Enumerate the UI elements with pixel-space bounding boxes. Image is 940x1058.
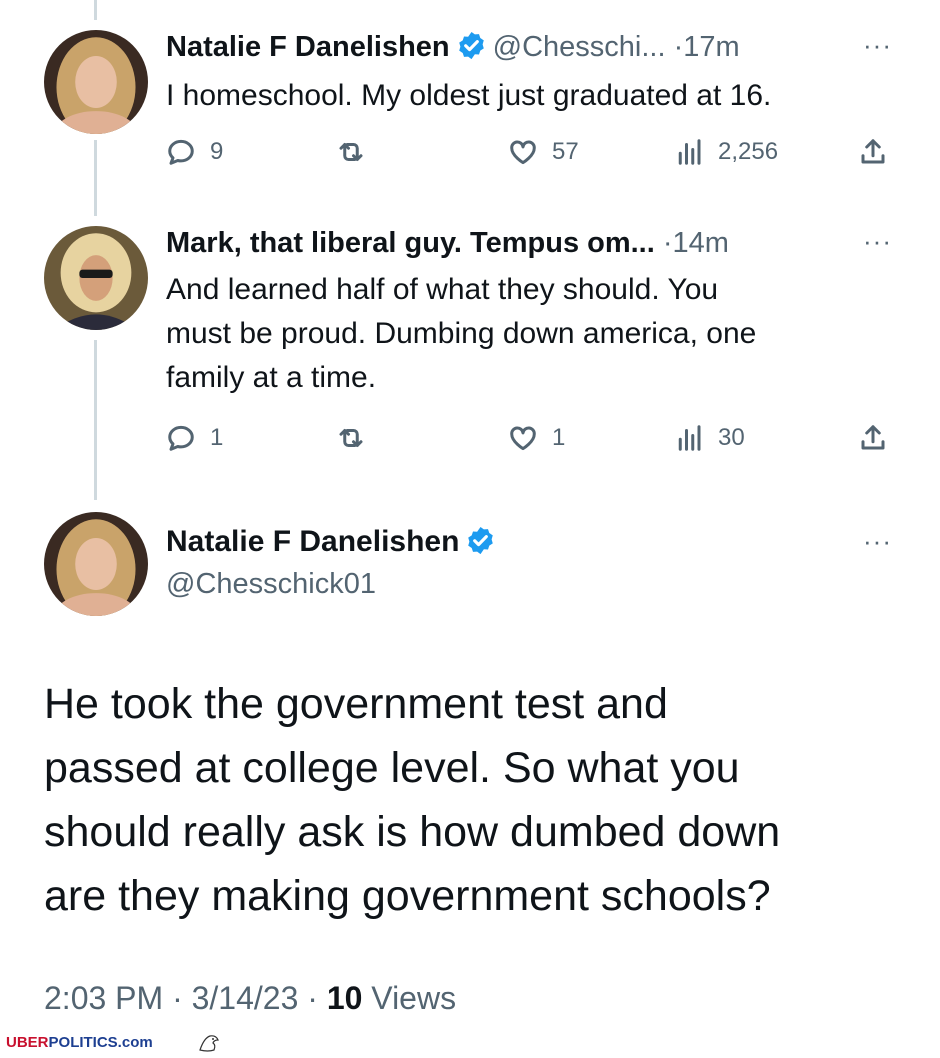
more-icon[interactable]: ··· [863,226,892,257]
like-icon [510,426,536,451]
main-author-row: Natalie F Danelishen [166,524,502,560]
tweet-2-actions: 1 1 30 [166,420,896,456]
views-count: 10 [326,980,363,1016]
like-icon [510,140,536,165]
thread-line-top [94,0,97,20]
tweet-timestamp[interactable]: 2:03 PM [44,980,163,1016]
author-handle[interactable]: @Chesschi... [493,31,666,63]
avatar-mark[interactable] [44,226,148,330]
verified-badge-icon [468,526,494,555]
author-handle[interactable]: @Chesschick01 [166,566,376,602]
share-icon [861,139,885,164]
tweet-time[interactable]: 17m [683,31,739,63]
views-button[interactable]: 30 [674,420,745,456]
eagle-logo-icon [199,1035,219,1052]
share-button[interactable] [858,420,888,456]
thread-line-1 [94,140,97,216]
views-count: 30 [718,424,745,451]
tweet-1-text: I homeschool. My oldest just graduated a… [166,79,772,112]
like-count: 57 [552,138,579,165]
watermark: UBERPOLITICS.com [6,1034,153,1051]
avatar-natalie-main[interactable] [44,512,148,616]
more-icon[interactable]: ··· [863,30,892,61]
author-name[interactable]: Natalie F Danelishen [166,525,459,558]
tweet-1-header: Natalie F Danelishen @Chesschi... ·17m [166,31,740,63]
tweet-meta: 2:03 PM · 3/14/23 · 10 Views [44,980,457,1016]
retweet-button[interactable] [336,420,366,456]
more-icon[interactable]: ··· [863,526,892,557]
views-icon [678,425,701,451]
main-tweet-text: He took the government test and passed a… [44,680,781,920]
reply-count: 1 [210,424,224,451]
thread-line-2 [94,340,97,500]
reply-count: 9 [210,138,224,165]
tweet-time[interactable]: 14m [673,227,729,259]
tweet-2-text: And learned half of what they should. Yo… [166,273,757,394]
retweet-icon [339,429,363,447]
avatar-natalie[interactable] [44,30,148,134]
retweet-icon [339,143,363,161]
reply-button[interactable]: 1 [166,420,223,456]
reply-icon [168,425,194,451]
reply-icon [168,139,194,165]
like-button[interactable]: 57 [508,134,579,170]
views-icon [678,139,701,165]
retweet-button[interactable] [336,134,366,170]
views-label: Views [371,980,457,1016]
tweet-date[interactable]: 3/14/23 [192,980,299,1016]
author-name[interactable]: Mark, that liberal guy. Tempus om... [166,227,655,259]
tweet-2-header: Mark, that liberal guy. Tempus om... ·14… [166,227,729,259]
views-count: 2,256 [718,138,779,165]
share-icon [861,425,885,450]
author-name[interactable]: Natalie F Danelishen [166,31,450,63]
verified-badge-icon [458,31,484,60]
reply-button[interactable]: 9 [166,134,223,170]
like-button[interactable]: 1 [508,420,565,456]
share-button[interactable] [858,134,888,170]
tweet-1-actions: 9 57 2,256 [166,134,896,170]
like-count: 1 [552,424,566,451]
views-button[interactable]: 2,256 [674,134,778,170]
